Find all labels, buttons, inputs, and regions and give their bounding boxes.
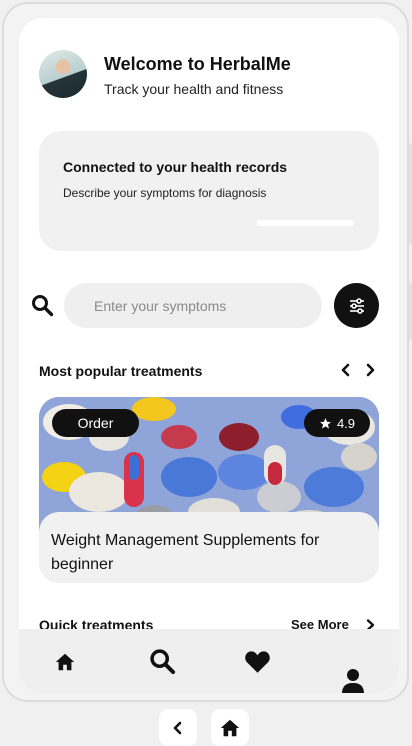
page-subtitle: Track your health and fitness xyxy=(104,81,284,97)
search-icon[interactable] xyxy=(148,647,176,675)
person-icon[interactable] xyxy=(341,668,365,693)
records-description: Describe your symptoms for diagnosis xyxy=(63,186,267,200)
home-icon xyxy=(220,719,240,736)
filter-button[interactable] xyxy=(334,283,379,328)
home-icon[interactable] xyxy=(54,651,76,673)
bottom-navigation xyxy=(19,629,399,693)
records-title: Connected to your health records xyxy=(63,159,288,175)
rating-value: 4.9 xyxy=(336,415,356,431)
chevron-right-icon[interactable] xyxy=(362,362,378,378)
popular-section-title: Most popular treatments xyxy=(39,363,203,379)
sliders-icon xyxy=(349,297,364,314)
page-title: Welcome to HerbalMe xyxy=(104,54,291,74)
device-frame: Welcome to HerbalMe Track your health an… xyxy=(2,2,409,702)
heart-icon[interactable] xyxy=(244,649,271,674)
card-caption: Weight Management Supplements for beginn… xyxy=(39,512,379,583)
symptom-search-input[interactable] xyxy=(64,283,322,328)
back-icon xyxy=(173,721,182,734)
back-button[interactable] xyxy=(159,709,197,746)
card-title: Weight Management Supplements for beginn… xyxy=(51,532,320,573)
app-screen: Welcome to HerbalMe Track your health an… xyxy=(19,18,399,693)
search-icon[interactable] xyxy=(30,293,54,317)
treatment-card[interactable]: Order 4.9 Weight Management Supplements … xyxy=(39,397,379,583)
health-records-card[interactable]: Connected to your health records Describ… xyxy=(39,131,379,251)
star-icon xyxy=(320,417,331,429)
rating-badge: 4.9 xyxy=(304,409,370,437)
order-badge[interactable]: Order xyxy=(52,409,139,437)
records-progress-bar xyxy=(257,220,354,226)
avatar[interactable] xyxy=(39,50,87,98)
chevron-left-icon[interactable] xyxy=(338,362,354,378)
home-button[interactable] xyxy=(211,709,249,746)
